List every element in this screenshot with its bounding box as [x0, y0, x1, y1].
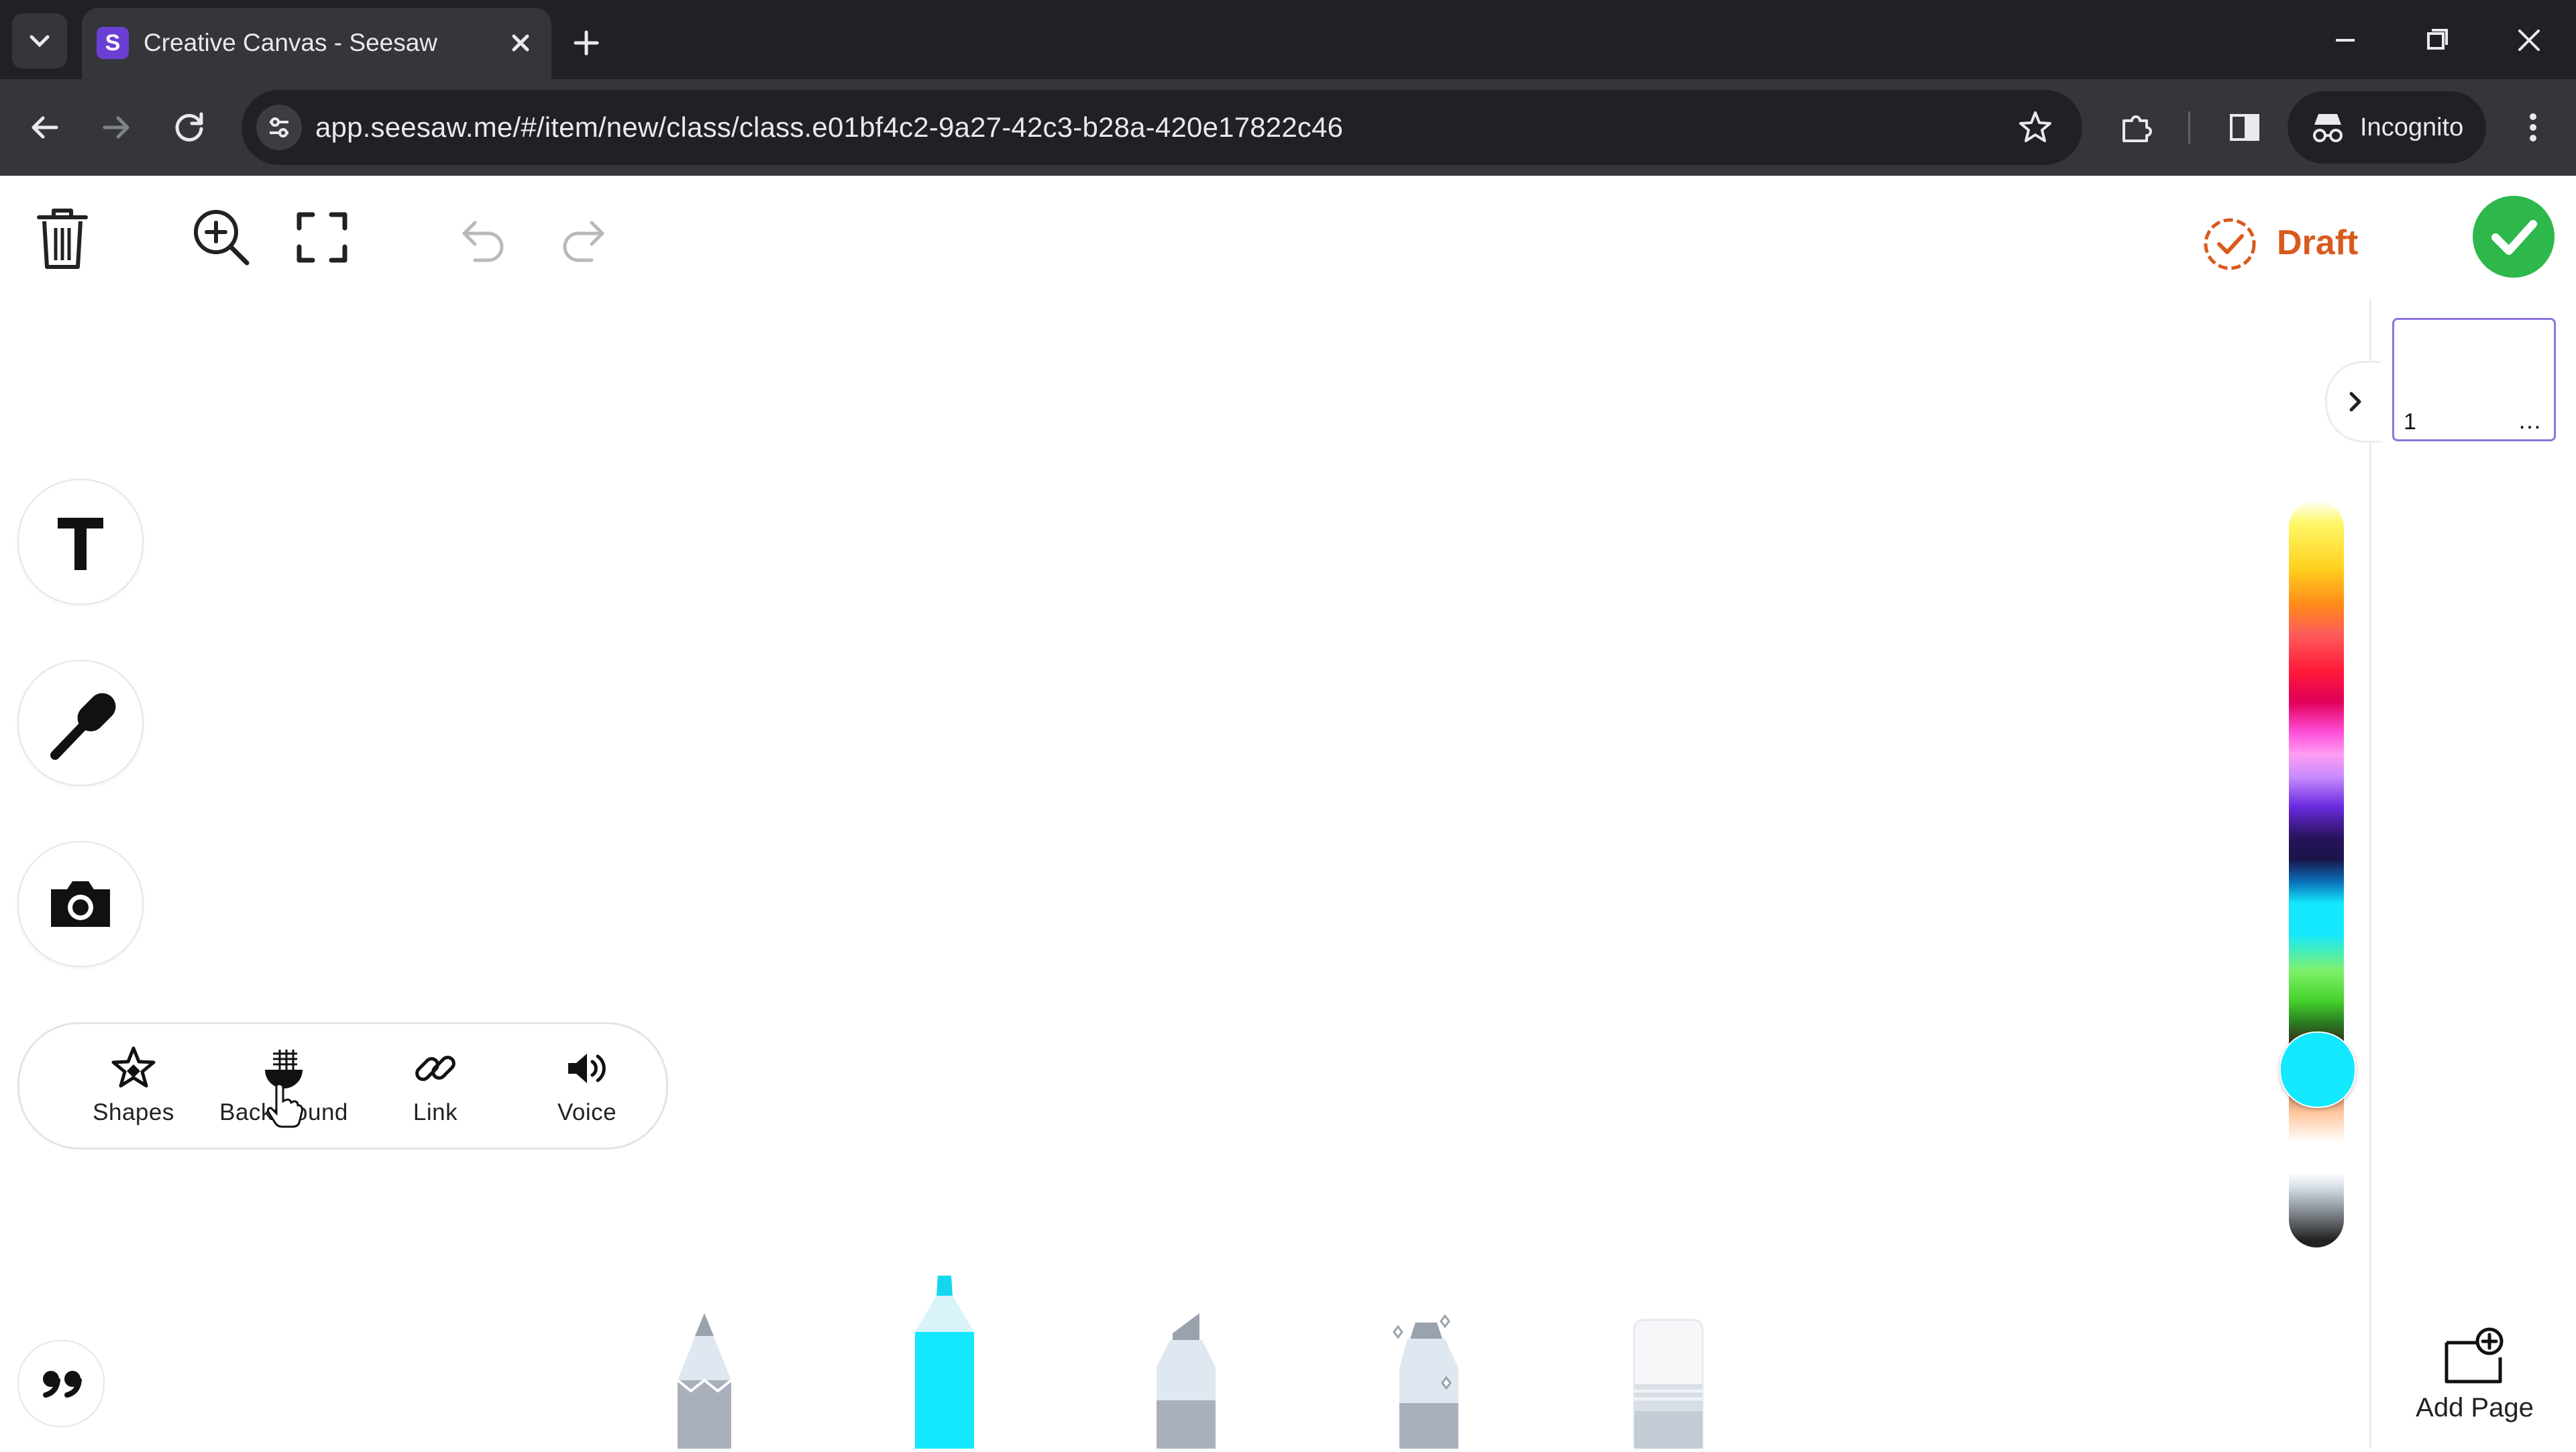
text-icon: [58, 518, 103, 570]
draft-button[interactable]: Draft: [2202, 209, 2376, 276]
chevron-right-icon: [2349, 392, 2361, 412]
incognito-icon: [2313, 114, 2343, 142]
more-vertical-icon: [2530, 113, 2536, 142]
close-icon: [512, 34, 529, 52]
puzzle-icon: [2123, 115, 2152, 142]
bookmark-button[interactable]: [2015, 107, 2055, 148]
seesaw-favicon-icon: S: [97, 27, 129, 59]
new-tab-button[interactable]: [562, 19, 610, 67]
restore-icon: [2427, 29, 2448, 50]
address-bar[interactable]: app.seesaw.me/#/item/new/class/class.e01…: [241, 90, 2082, 165]
close-window-button[interactable]: [2502, 19, 2556, 62]
link-icon: [415, 1056, 455, 1081]
shapes-button[interactable]: Shapes: [66, 1044, 201, 1138]
star-outline-icon: [2019, 111, 2051, 142]
arrow-right-icon: [103, 116, 129, 139]
color-slider[interactable]: [2289, 500, 2344, 1247]
add-page-label: Add Page: [2416, 1393, 2534, 1422]
glitter-pen-tool[interactable]: [1389, 1312, 1469, 1452]
highlighter-tool[interactable]: [1146, 1313, 1226, 1452]
browser-menu-button[interactable]: [2509, 103, 2557, 152]
shapes-label: Shapes: [93, 1099, 174, 1125]
pencil-tool[interactable]: [664, 1313, 745, 1452]
fullscreen-icon: [297, 212, 347, 263]
undo-icon: [462, 221, 504, 262]
site-info-button[interactable]: [256, 105, 302, 150]
glitter-pen-icon: [1393, 1314, 1458, 1449]
arrow-left-icon: [32, 116, 58, 139]
microphone-icon: [50, 693, 116, 760]
side-panel-icon: [2230, 114, 2259, 141]
tab-close-button[interactable]: [500, 23, 541, 63]
tab-title: Creative Canvas - Seesaw: [144, 29, 438, 56]
side-panel-button[interactable]: [2220, 103, 2269, 152]
minimize-button[interactable]: [2318, 19, 2372, 62]
voice-label: Voice: [557, 1099, 617, 1125]
incognito-label: Incognito: [2360, 113, 2464, 142]
speaker-icon: [568, 1054, 606, 1083]
link-button[interactable]: Link: [368, 1044, 502, 1138]
zoom-in-icon: [194, 210, 250, 266]
page-thumbnail[interactable]: 1 …: [2392, 318, 2556, 441]
more-tools-panel: Shapes Background Link Voice: [17, 1022, 668, 1150]
pencil-icon: [676, 1313, 733, 1449]
link-label: Link: [413, 1099, 458, 1125]
restore-button[interactable]: [2410, 19, 2463, 62]
incognito-indicator[interactable]: Incognito: [2288, 91, 2486, 164]
quote-icon: [43, 1371, 82, 1398]
back-button[interactable]: [19, 102, 70, 153]
zoom-button[interactable]: [189, 205, 254, 273]
tune-icon: [270, 117, 288, 137]
forward-button[interactable]: [91, 102, 142, 153]
hand-pointer-icon: [267, 1082, 303, 1128]
extensions-button[interactable]: [2112, 103, 2160, 152]
star-shapes-icon: [111, 1046, 156, 1088]
pages-panel-toggle[interactable]: [2325, 361, 2381, 443]
checkmark-icon: [2491, 220, 2537, 255]
submit-button[interactable]: [2473, 196, 2555, 278]
marker-tool[interactable]: [904, 1276, 985, 1452]
text-tool-button[interactable]: [17, 479, 144, 605]
active-tab[interactable]: S Creative Canvas - Seesaw: [82, 8, 551, 79]
delete-button[interactable]: [34, 205, 91, 276]
camera-icon: [51, 881, 110, 927]
draft-label: Draft: [2277, 223, 2359, 262]
toolbar-separator: [2188, 111, 2190, 144]
eraser-icon: [1633, 1319, 1704, 1450]
reload-icon: [175, 112, 203, 142]
camera-button[interactable]: [17, 841, 144, 967]
marker-icon: [915, 1276, 974, 1449]
close-icon: [2518, 30, 2540, 51]
voice-button[interactable]: Voice: [520, 1044, 654, 1138]
eraser-tool[interactable]: [1631, 1317, 1705, 1452]
caption-button[interactable]: [17, 1340, 105, 1427]
draft-check-icon: [2204, 218, 2256, 270]
page-options-button[interactable]: …: [2518, 408, 2543, 433]
fullscreen-button[interactable]: [295, 211, 349, 268]
audio-record-button[interactable]: [17, 660, 144, 786]
add-page-button[interactable]: Add Page: [2398, 1324, 2552, 1445]
plus-icon: [574, 30, 599, 56]
highlighter-icon: [1157, 1313, 1216, 1449]
chevron-down-icon: [30, 35, 50, 48]
tab-search-button[interactable]: [12, 13, 67, 68]
trash-icon: [37, 209, 88, 269]
page-number: 1: [2404, 409, 2416, 435]
add-page-icon: [2445, 1327, 2504, 1384]
redo-icon: [563, 221, 604, 262]
redo-button[interactable]: [558, 213, 609, 268]
color-slider-handle[interactable]: [2279, 1031, 2356, 1108]
creative-canvas[interactable]: Draft Shapes Background Link Voice: [0, 176, 2576, 1452]
undo-button[interactable]: [458, 213, 508, 268]
browser-tab-strip: S Creative Canvas - Seesaw: [0, 0, 2576, 79]
reload-button[interactable]: [164, 102, 215, 153]
browser-toolbar: app.seesaw.me/#/item/new/class/class.e01…: [0, 79, 2576, 176]
minimize-icon: [2336, 39, 2355, 42]
url-text: app.seesaw.me/#/item/new/class/class.e01…: [315, 111, 1344, 143]
pages-panel: [2369, 299, 2576, 1449]
